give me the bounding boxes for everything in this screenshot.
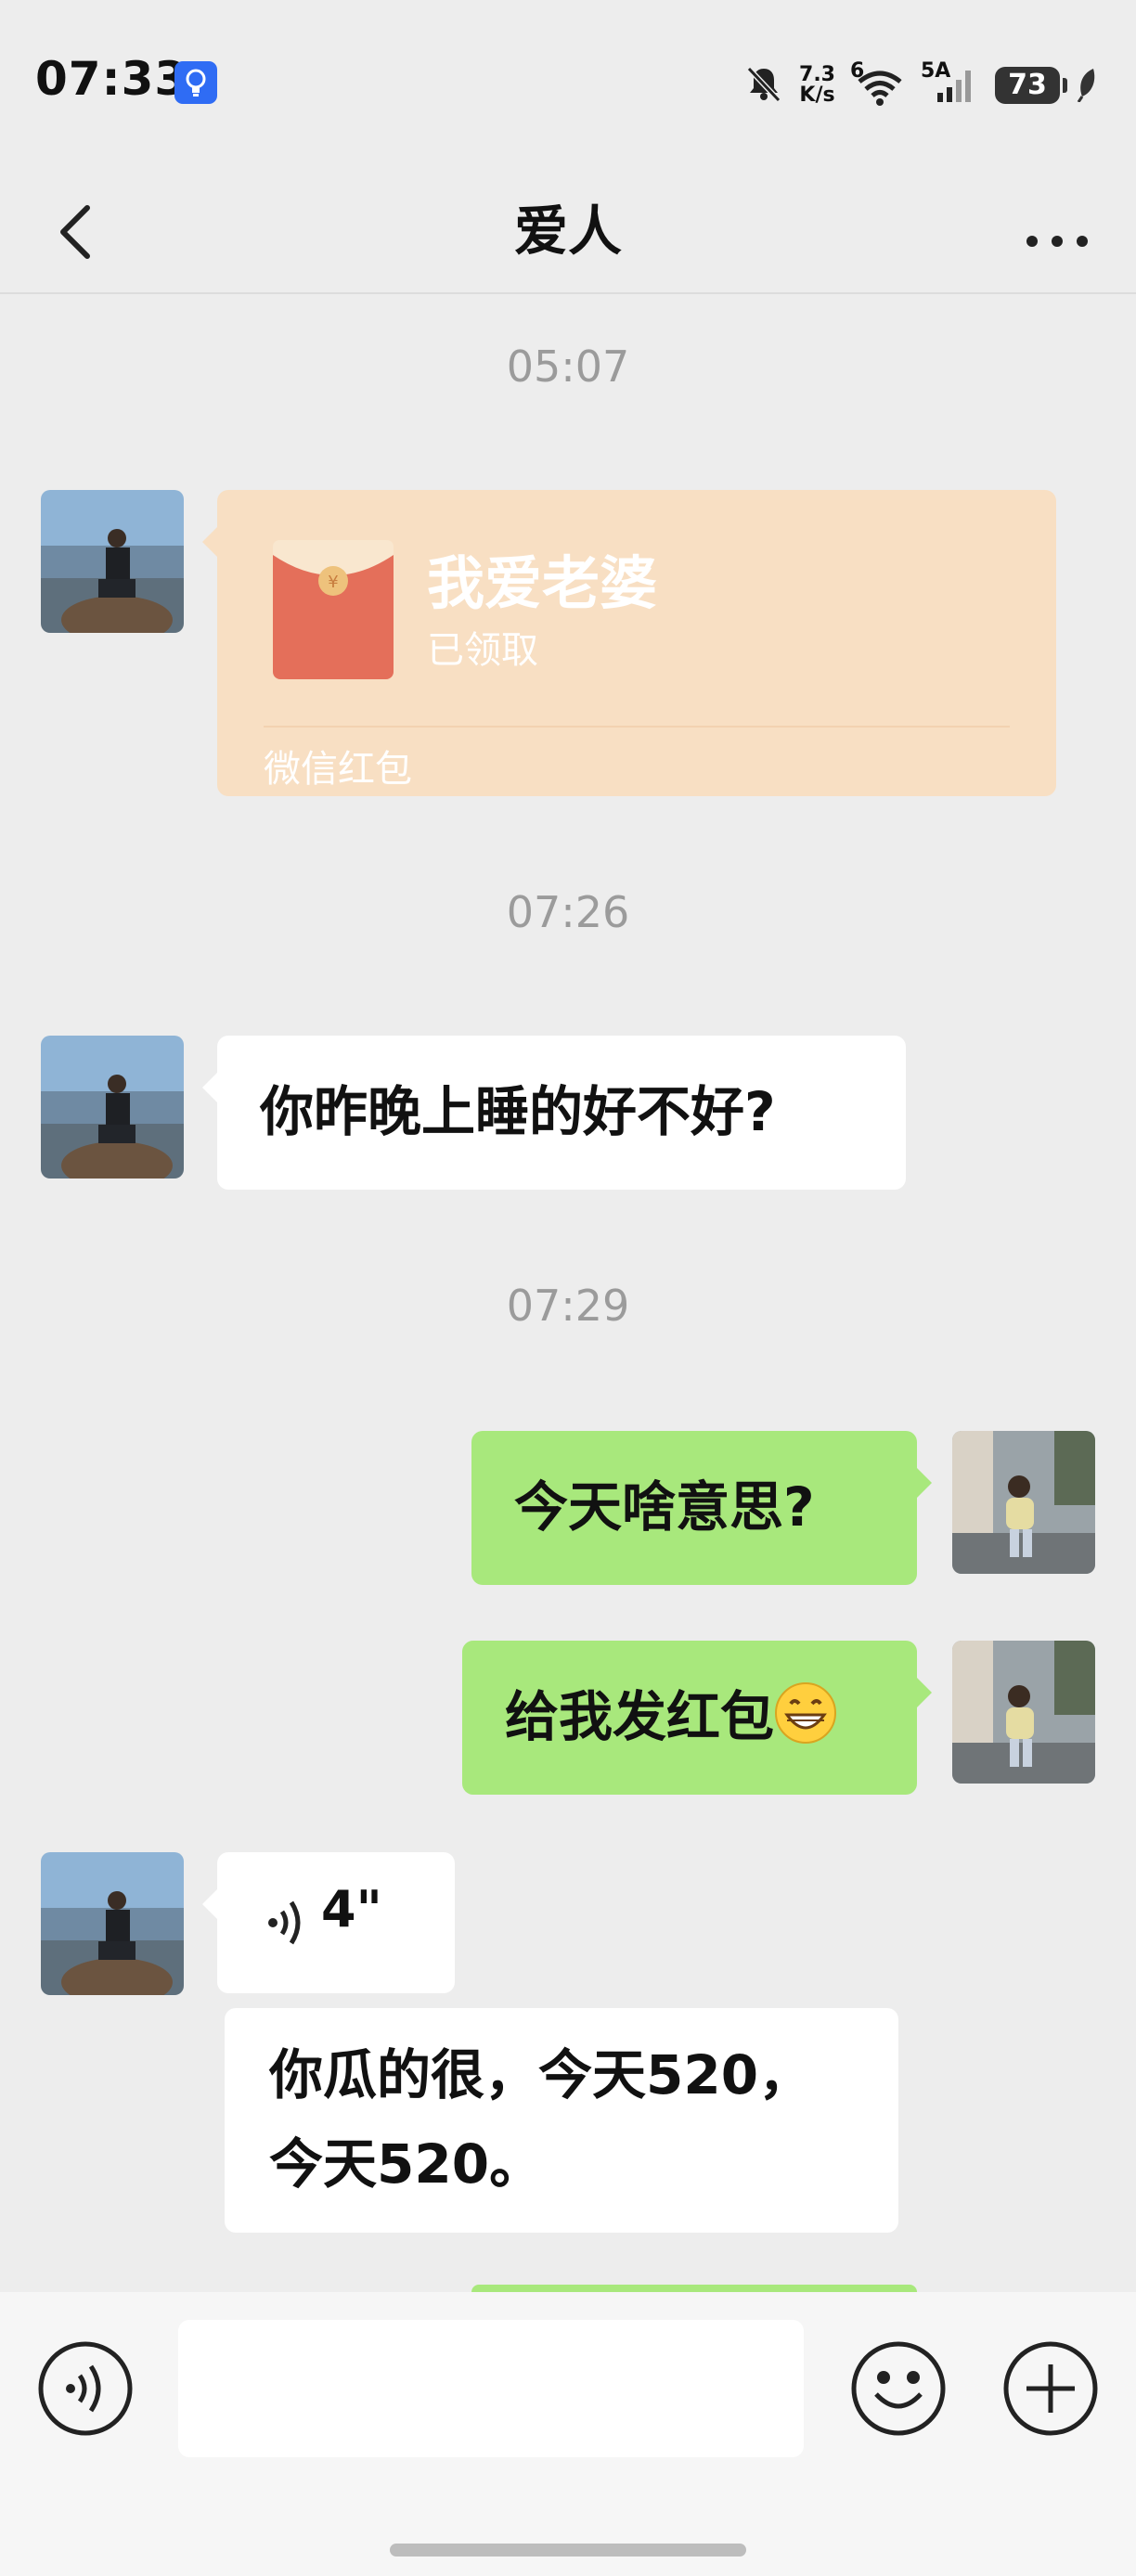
my-avatar[interactable] [952, 1641, 1095, 1784]
svg-text:¥: ¥ [328, 573, 338, 592]
red-packet-status: 已领取 [427, 629, 538, 672]
plus-icon [1003, 2341, 1098, 2436]
chat-title: 爱人 [513, 200, 622, 263]
mute-bell-icon [743, 63, 784, 108]
wifi-label: 6 [850, 59, 865, 83]
message-text: 给我发红包 [505, 1685, 775, 1748]
status-indicators: 7.3 K/s 6 5A 73 [743, 58, 1099, 113]
network-speed-value: 7.3 [799, 63, 835, 86]
red-packet-divider [264, 726, 1010, 728]
contact-avatar[interactable] [41, 490, 184, 633]
my-avatar[interactable] [952, 1431, 1095, 1574]
contact-avatar[interactable] [41, 1036, 184, 1179]
message-text: 今天啥意思? [514, 1475, 815, 1539]
status-time: 07:33 [35, 52, 188, 106]
voice-duration: 4" [321, 1880, 382, 1938]
message-text: 你昨晚上睡的好不好? [260, 1080, 776, 1143]
voice-wave-icon [265, 1895, 306, 1954]
battery-level: 73 [1008, 69, 1047, 101]
outgoing-message-partial [471, 2285, 917, 2292]
lightbulb-notification-icon [174, 61, 217, 104]
signal-label: 5A [921, 59, 951, 83]
ellipsis-icon [1026, 236, 1088, 247]
contact-avatar[interactable] [41, 1852, 184, 1995]
emoji-button[interactable] [850, 2340, 947, 2437]
smiley-icon [851, 2341, 946, 2436]
message-timestamp: 07:29 [506, 1281, 630, 1331]
voice-message[interactable]: 4" [202, 1852, 455, 1993]
voice-icon [38, 2341, 133, 2436]
voice-transcript[interactable]: 你瓜的很，今天520， 今天520。 [225, 2008, 898, 2233]
red-packet-label: 微信红包 [264, 748, 412, 791]
voice-input-toggle[interactable] [37, 2340, 134, 2437]
cellular-signal-icon: 5A [921, 59, 980, 106]
red-packet-message[interactable]: ¥ 我爱老婆 已领取 微信红包 [202, 490, 1056, 796]
message-input[interactable] [178, 2320, 804, 2457]
input-bar [0, 2292, 1136, 2576]
message-timestamp: 05:07 [506, 341, 630, 392]
network-speed-unit: K/s [799, 84, 835, 107]
home-indicator[interactable] [390, 2544, 746, 2557]
battery-indicator: 73 [995, 67, 1067, 104]
wifi-icon: 6 [850, 59, 906, 106]
grin-emoji-icon [775, 1682, 837, 1744]
more-options-button[interactable] [1015, 195, 1099, 260]
incoming-message[interactable]: 你昨晚上睡的好不好? [202, 1036, 906, 1190]
transcript-line: 今天520。 [269, 2132, 544, 2196]
leaf-power-saving-icon [1075, 65, 1099, 106]
chat-header: 爱人 [0, 167, 1136, 294]
network-speed: 7.3 K/s [799, 65, 835, 106]
plus-button[interactable] [1002, 2340, 1099, 2437]
red-packet-title: 我爱老婆 [427, 549, 658, 617]
transcript-line: 你瓜的很，今天520， [269, 2043, 813, 2106]
status-bar: 07:33 7.3 K/s 6 5A 73 [0, 0, 1136, 167]
message-timestamp: 07:26 [506, 887, 630, 937]
outgoing-message[interactable]: 今天啥意思? [471, 1431, 932, 1585]
red-envelope-icon: ¥ [273, 538, 394, 679]
outgoing-message[interactable]: 给我发红包😁 [462, 1641, 932, 1795]
